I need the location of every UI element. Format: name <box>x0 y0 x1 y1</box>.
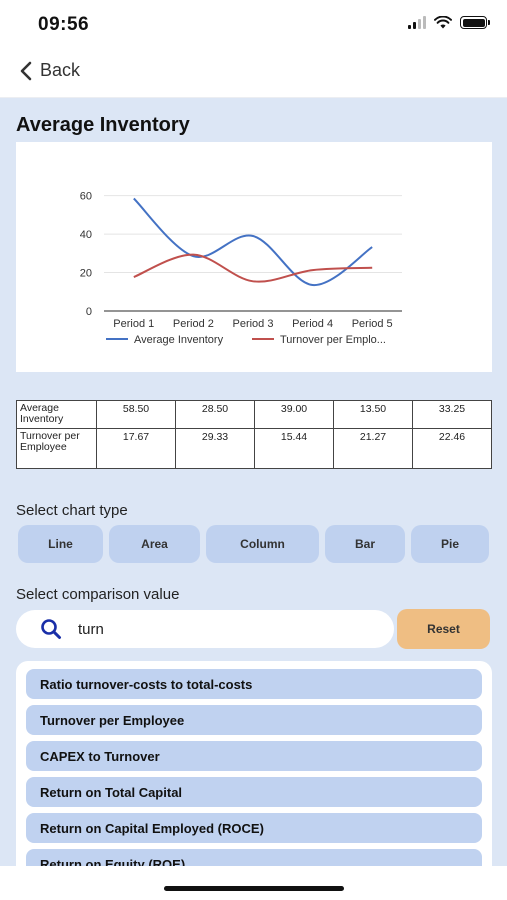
table-cell: 17.67 <box>96 428 176 469</box>
page-title: Average Inventory <box>16 114 190 136</box>
x-tick-label: Period 4 <box>292 318 333 330</box>
chart-type-area-button[interactable]: Area <box>109 525 200 563</box>
line-chart: 60 40 20 0 Period 1 Period 2 Period 3 Period 4 P… <box>80 191 402 346</box>
x-tick-label: Period 3 <box>233 318 274 330</box>
home-indicator[interactable] <box>164 886 344 891</box>
y-tick-label: 0 <box>86 306 92 318</box>
battery-icon <box>460 16 490 29</box>
main-content: Average Inventory 60 40 20 0 Period 1 Period … <box>0 98 507 868</box>
wifi-icon <box>434 16 452 29</box>
option-ratio-turnover-costs[interactable]: Ratio turnover-costs to total-costs <box>26 669 482 699</box>
navigation-bar: Back <box>0 50 507 98</box>
table-cell: 39.00 <box>254 400 334 429</box>
reset-button[interactable]: Reset <box>397 609 490 649</box>
y-tick-label: 60 <box>80 191 92 203</box>
comparison-options-list: Ratio turnover-costs to total-costs Turn… <box>16 661 492 868</box>
status-time: 09:56 <box>38 14 90 35</box>
series-line-2 <box>133 253 373 283</box>
table-row-label: Average Inventory <box>16 400 97 429</box>
chart-type-column-button[interactable]: Column <box>206 525 319 563</box>
option-roce[interactable]: Return on Capital Employed (ROCE) <box>26 813 482 843</box>
data-table: Average Inventory 58.50 28.50 39.00 13.50 33.… <box>16 400 492 469</box>
legend-label: Average Inventory <box>134 334 224 346</box>
table-row: Turnover per Employee 17.67 29.33 15.44 21.2… <box>16 428 492 469</box>
table-cell: 13.50 <box>333 400 413 429</box>
y-tick-label: 40 <box>80 229 92 241</box>
table-row: Average Inventory 58.50 28.50 39.00 13.50 33.… <box>16 400 492 429</box>
x-tick-label: Period 1 <box>113 318 154 330</box>
legend-label: Turnover per Emplo... <box>280 334 386 346</box>
chart-type-pie-button[interactable]: Pie <box>411 525 489 563</box>
x-tick-label: Period 5 <box>352 318 393 330</box>
table-row-label: Turnover per Employee <box>16 428 97 469</box>
chart-card: 60 40 20 0 Period 1 Period 2 Period 3 Period 4 P… <box>16 142 492 372</box>
option-return-on-total-capital[interactable]: Return on Total Capital <box>26 777 482 807</box>
option-turnover-per-employee[interactable]: Turnover per Employee <box>26 705 482 735</box>
table-cell: 28.50 <box>175 400 255 429</box>
back-button[interactable]: Back <box>20 60 80 81</box>
chart-type-line-button[interactable]: Line <box>18 525 103 563</box>
search-value[interactable]: turn <box>78 621 104 638</box>
status-bar: 09:56 <box>0 0 507 50</box>
y-tick-label: 20 <box>80 268 92 280</box>
status-icons <box>408 16 490 29</box>
table-cell: 22.46 <box>412 428 492 469</box>
table-cell: 29.33 <box>175 428 255 469</box>
search-input[interactable]: turn <box>16 610 394 648</box>
home-indicator-area <box>0 866 507 900</box>
option-capex-to-turnover[interactable]: CAPEX to Turnover <box>26 741 482 771</box>
chevron-left-icon <box>20 61 32 80</box>
table-cell: 58.50 <box>96 400 176 429</box>
search-icon <box>41 619 61 639</box>
x-tick-label: Period 2 <box>173 318 214 330</box>
chart-type-label: Select chart type <box>16 502 128 519</box>
cellular-signal-icon <box>408 16 426 29</box>
table-cell: 33.25 <box>412 400 492 429</box>
table-cell: 21.27 <box>333 428 413 469</box>
chart-type-selector: Line Area Column Bar Pie <box>18 525 489 563</box>
back-label: Back <box>40 60 81 80</box>
comparison-label: Select comparison value <box>16 586 180 603</box>
table-cell: 15.44 <box>254 428 334 469</box>
chart-type-bar-button[interactable]: Bar <box>325 525 405 563</box>
